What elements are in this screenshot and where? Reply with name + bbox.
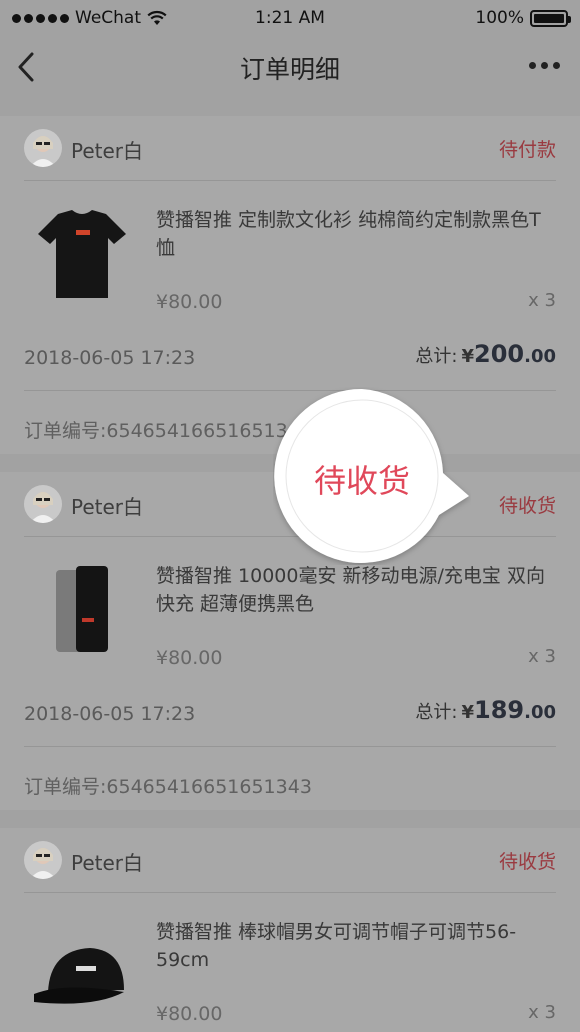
product-price: ¥80.00 <box>156 1003 223 1025</box>
order-username: Peter白 <box>71 495 144 519</box>
order-number: 订单编号:65465416651651343 <box>24 420 312 442</box>
callout-status-text: 待收货 <box>313 462 410 500</box>
product-quantity: x 3 <box>528 290 556 311</box>
divider <box>24 746 556 747</box>
avatar <box>24 485 62 523</box>
total-label: 总计: <box>415 702 458 723</box>
order-detail-screen: WeChat 1:21 AM 100% 订单明细 Peter白 待付款 赞播智推… <box>0 0 580 1032</box>
product-quantity: x 3 <box>528 1002 556 1023</box>
product-price: ¥80.00 <box>156 291 223 313</box>
product-image[interactable] <box>24 912 140 1018</box>
order-username: Peter白 <box>71 851 144 875</box>
product-name: 赞播智推 棒球帽男女可调节帽子可调节56-59cm <box>156 921 517 971</box>
status-bar: WeChat 1:21 AM 100% <box>0 0 580 36</box>
total-currency: ¥ <box>461 702 474 723</box>
product-name: 赞播智推 10000毫安 新移动电源/充电宝 双向快充 超薄便携黑色 <box>156 565 545 615</box>
product-image[interactable] <box>24 556 140 662</box>
product-name: 赞播智推 定制款文化衫 纯棉简约定制款黑色T恤 <box>156 209 541 259</box>
order-username: Peter白 <box>71 139 144 163</box>
total-amount: 200 <box>474 340 525 368</box>
total-decimal: .00 <box>524 346 556 367</box>
total-amount: 189 <box>474 696 525 724</box>
product-quantity: x 3 <box>528 646 556 667</box>
order-header: Peter白 待收货 <box>0 828 580 892</box>
order-total: 总计: ¥ 200 .00 <box>415 340 556 368</box>
order-status: 待付款 <box>498 139 556 161</box>
order-total: 总计: ¥ 189 .00 <box>415 696 556 724</box>
divider <box>24 892 556 893</box>
total-decimal: .00 <box>524 702 556 723</box>
product-image[interactable] <box>24 200 140 306</box>
page-title: 订单明细 <box>239 55 340 84</box>
battery-icon <box>530 9 571 27</box>
nav-bar: 订单明细 <box>0 36 580 98</box>
total-currency: ¥ <box>461 346 474 367</box>
avatar <box>24 841 62 879</box>
divider <box>24 180 556 181</box>
product-price: ¥80.00 <box>156 647 223 669</box>
order-status: 待收货 <box>498 851 556 873</box>
status-right: 100% <box>475 8 571 28</box>
order-card[interactable]: Peter白 待收货 赞播智推 棒球帽男女可调节帽子可调节56-59cm ¥80… <box>0 828 580 1032</box>
order-date: 2018-06-05 17:23 <box>24 703 196 725</box>
order-number: 订单编号:65465416651651343 <box>24 776 312 798</box>
order-header: Peter白 待付款 <box>0 116 580 180</box>
order-date: 2018-06-05 17:23 <box>24 347 196 369</box>
battery-percent: 100% <box>475 8 524 28</box>
total-label: 总计: <box>415 346 458 367</box>
order-status: 待收货 <box>498 495 556 517</box>
avatar <box>24 129 62 167</box>
more-icon[interactable] <box>529 62 560 69</box>
